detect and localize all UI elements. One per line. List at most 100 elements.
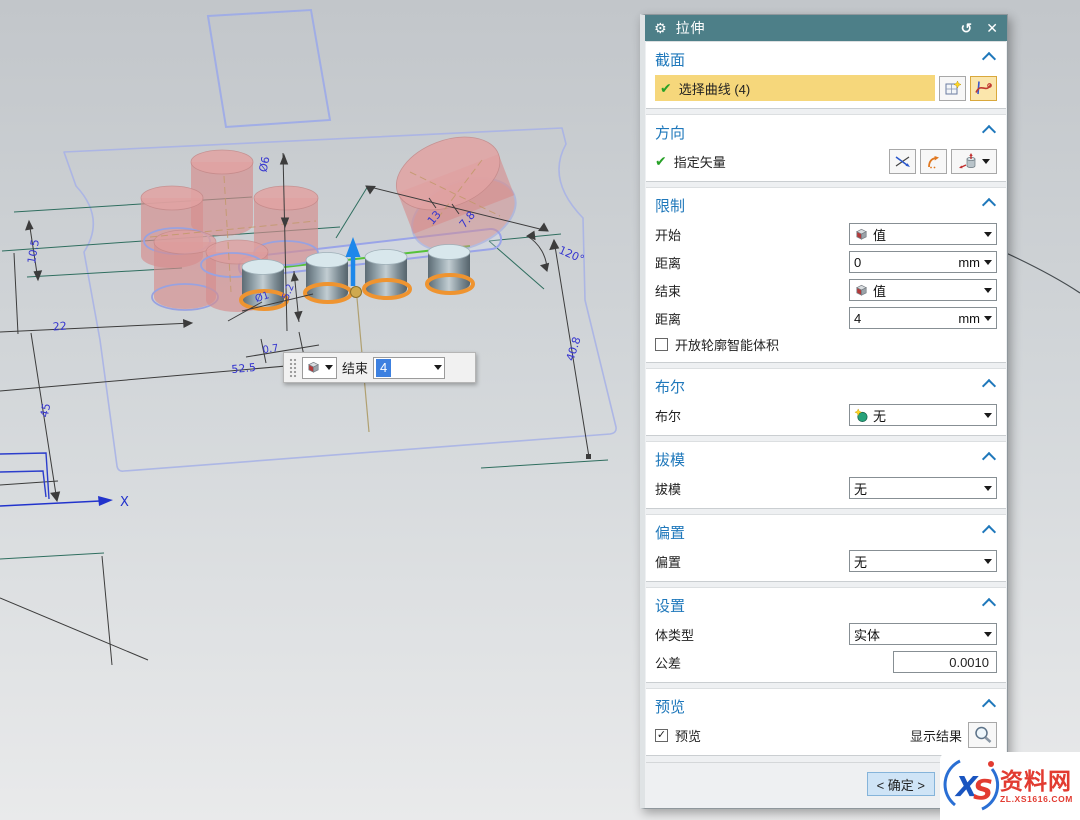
show-result-label: 显示结果	[910, 726, 962, 745]
vector-crossing-icon	[894, 154, 911, 169]
start-distance-row: 距离 0 mm	[655, 248, 997, 276]
offset-header-label: 偏置	[655, 522, 685, 543]
start-row: 开始 值	[655, 220, 997, 248]
dimension-text: 52.5	[231, 361, 257, 376]
dialog-body: 截面 ✔ 选择曲线 (4)	[645, 41, 1007, 808]
caret-down-icon	[984, 632, 992, 637]
direction-group-header[interactable]: 方向	[655, 117, 997, 147]
body-type-value: 实体	[854, 625, 880, 644]
sketch-profile-lines[interactable]	[0, 453, 49, 499]
specify-vector-row: ✔ 指定矢量	[655, 147, 997, 175]
start-distance-unit: mm	[958, 255, 980, 270]
limits-group-header[interactable]: 限制	[655, 190, 997, 220]
dimension-text: 45	[38, 402, 54, 418]
extrude-dialog: ⚙ 拉伸 ↺ ✕ 截面 ✔ 选择曲线 (4)	[640, 14, 1008, 809]
end-row: 结束 值	[655, 276, 997, 304]
face-normal-vector-button[interactable]	[951, 149, 997, 174]
dialog-titlebar[interactable]: ⚙ 拉伸 ↺ ✕	[645, 15, 1007, 41]
end-limit-option-combo[interactable]	[302, 357, 337, 379]
draft-group: 拔模 拔模 无	[646, 441, 1006, 509]
start-distance-value: 0	[854, 255, 861, 270]
open-profile-checkbox[interactable]	[655, 338, 668, 351]
selected-value: 4	[376, 359, 391, 377]
ok-button[interactable]: < 确定 >	[867, 772, 935, 796]
show-result-button[interactable]	[968, 722, 997, 748]
chevron-up-icon[interactable]	[982, 379, 996, 393]
check-icon: ✔	[660, 80, 672, 97]
end-distance-input[interactable]: 4 mm	[849, 307, 997, 329]
chevron-up-icon[interactable]	[982, 525, 996, 539]
sketch-section-button[interactable]	[939, 76, 966, 101]
chevron-up-icon[interactable]	[982, 198, 996, 212]
boolean-combo[interactable]: 无	[849, 404, 997, 426]
boolean-group: 布尔 布尔 无	[646, 368, 1006, 436]
end-option-combo[interactable]: 值	[849, 279, 997, 301]
reset-button[interactable]: ↺	[961, 21, 973, 35]
select-curve-field[interactable]: ✔ 选择曲线 (4)	[655, 75, 935, 101]
chevron-up-icon[interactable]	[982, 125, 996, 139]
sketch-rectangle[interactable]	[208, 10, 330, 127]
chevron-up-icon[interactable]	[982, 699, 996, 713]
settings-header-label: 设置	[655, 595, 685, 616]
draft-row: 拔模 无	[655, 474, 997, 502]
offset-group-header[interactable]: 偏置	[655, 517, 997, 547]
caret-down-icon[interactable]	[434, 365, 442, 370]
check-icon: ✔	[655, 153, 667, 170]
caret-down-icon	[984, 288, 992, 293]
end-label: 结束	[342, 358, 368, 377]
boolean-none-icon	[854, 408, 869, 423]
x-axis[interactable]: X	[0, 495, 129, 510]
cylinder-normal-icon	[958, 153, 980, 170]
chevron-up-icon[interactable]	[982, 598, 996, 612]
tolerance-value: 0.0010	[949, 655, 989, 670]
value-cube-icon	[854, 227, 869, 242]
gray-cylinder	[427, 245, 473, 294]
curve-select-button[interactable]	[970, 76, 997, 101]
boolean-row: 布尔 无	[655, 401, 997, 429]
boolean-value: 无	[873, 406, 886, 425]
end-distance-value: 4	[854, 311, 861, 326]
preview-group: 预览 ✓ 预览 显示结果	[646, 688, 1006, 756]
start-distance-input[interactable]: 0 mm	[849, 251, 997, 273]
sketch-section-icon	[944, 80, 961, 96]
offset-combo[interactable]: 无	[849, 550, 997, 572]
watermark-site-url: ZL.XS1616.COM	[1000, 794, 1073, 804]
close-button[interactable]: ✕	[986, 21, 998, 35]
end-distance-input[interactable]: 4	[373, 357, 445, 379]
direction-group: 方向 ✔ 指定矢量	[646, 114, 1006, 182]
preview-group-header[interactable]: 预览	[655, 691, 997, 721]
offset-group: 偏置 偏置 无	[646, 514, 1006, 582]
select-curve-row: ✔ 选择曲线 (4)	[655, 74, 997, 102]
draft-label: 拔模	[655, 479, 681, 498]
chevron-up-icon[interactable]	[982, 52, 996, 66]
settings-group: 设置 体类型 实体 公差 0.0010	[646, 587, 1006, 683]
draft-group-header[interactable]: 拔模	[655, 444, 997, 474]
draft-combo[interactable]: 无	[849, 477, 997, 499]
value-cube-icon	[854, 283, 869, 298]
watermark-s: S	[973, 773, 993, 806]
draft-header-label: 拔模	[655, 449, 685, 470]
caret-down-icon	[984, 232, 992, 237]
magnifier-icon	[973, 725, 993, 745]
caret-down-icon[interactable]	[984, 260, 992, 265]
body-type-combo[interactable]: 实体	[849, 623, 997, 645]
orange-arrow-icon	[925, 154, 942, 169]
preview-checkbox[interactable]: ✓	[655, 729, 668, 742]
drag-handle[interactable]	[289, 358, 297, 378]
two-point-vector-button[interactable]	[889, 149, 916, 174]
caret-down-icon[interactable]	[984, 316, 992, 321]
section-group-header[interactable]: 截面	[655, 44, 997, 74]
settings-group-header[interactable]: 设置	[655, 590, 997, 620]
end-option-value: 值	[873, 281, 886, 300]
caret-down-icon[interactable]	[982, 159, 990, 164]
section-header-label: 截面	[655, 49, 685, 70]
limits-group: 限制 开始 值 距离 0	[646, 187, 1006, 363]
gray-cylinder	[364, 250, 410, 299]
chevron-up-icon[interactable]	[982, 452, 996, 466]
start-option-combo[interactable]: 值	[849, 223, 997, 245]
value-cube-icon	[306, 360, 321, 375]
inferred-vector-button[interactable]	[920, 149, 947, 174]
open-profile-row: 开放轮廓智能体积	[655, 332, 997, 356]
boolean-group-header[interactable]: 布尔	[655, 371, 997, 401]
tolerance-input[interactable]: 0.0010	[893, 651, 997, 673]
